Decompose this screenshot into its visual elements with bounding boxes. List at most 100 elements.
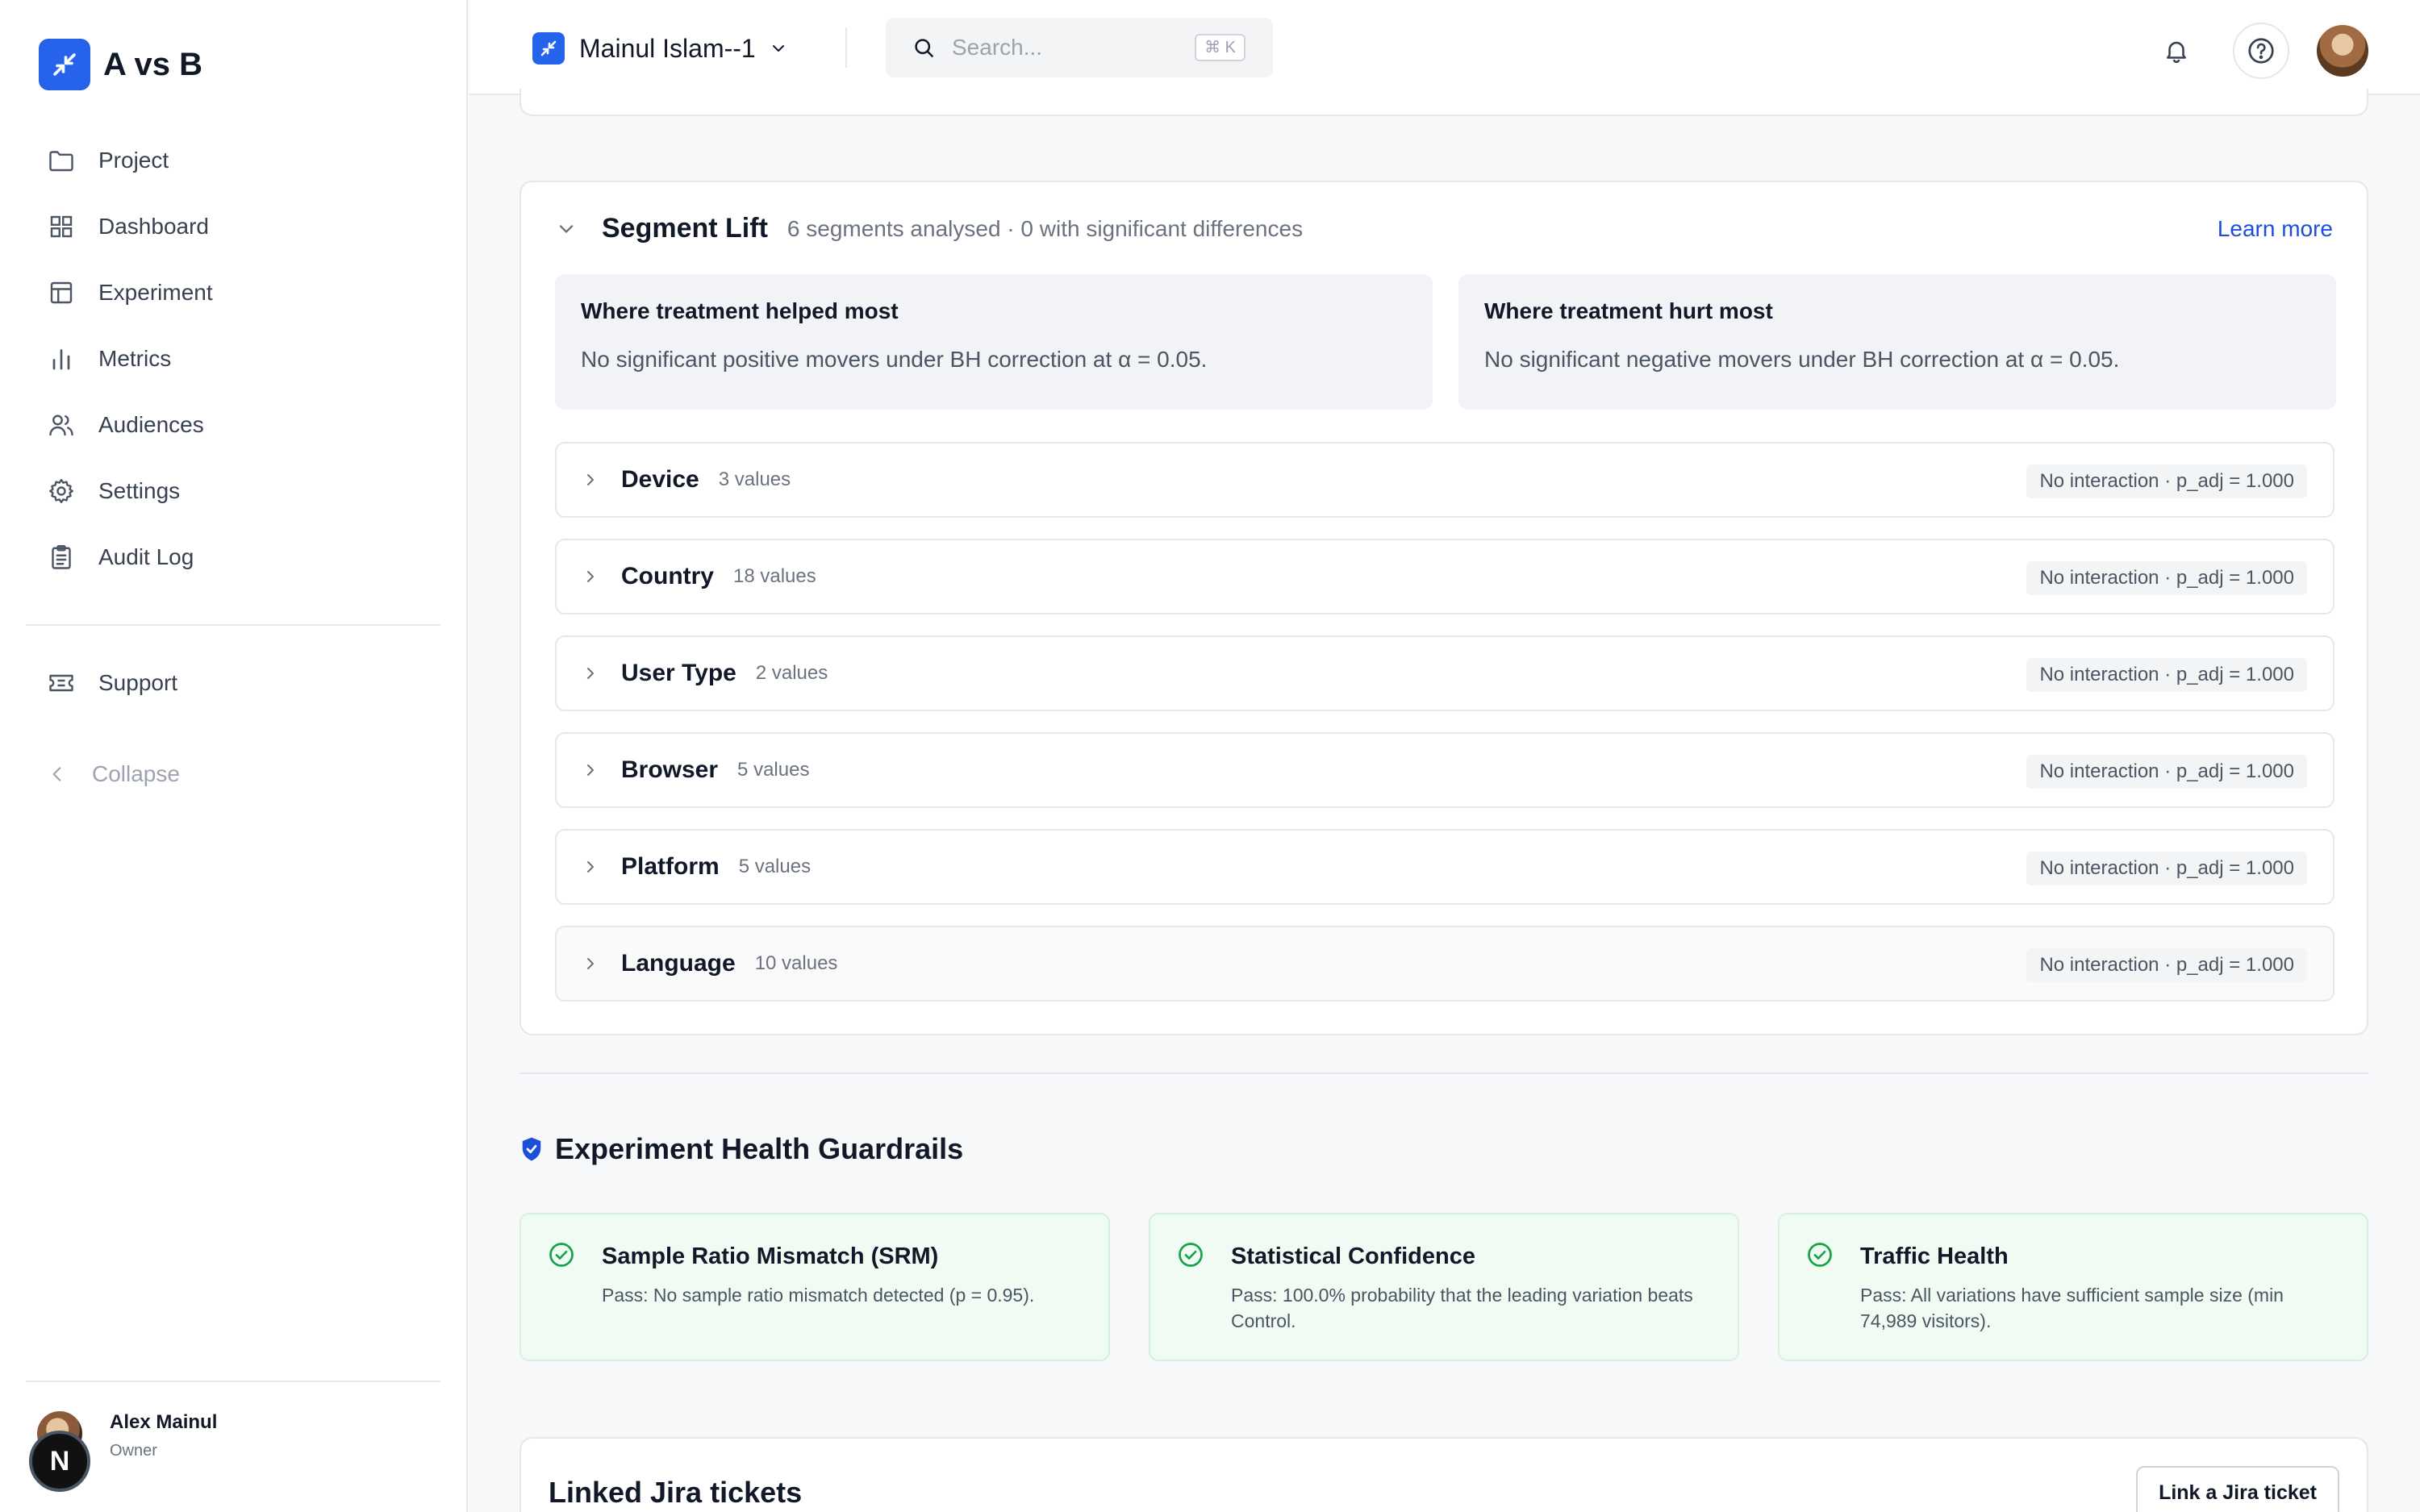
chevron-right-icon — [587, 571, 594, 582]
hurt-most-panel: Where treatment hurt most No significant… — [1458, 274, 2336, 410]
segment-row-language[interactable]: Language 10 values No interaction · p_ad… — [555, 926, 2334, 1002]
sidebar-item-label: Metrics — [98, 346, 172, 371]
users-icon — [49, 414, 73, 436]
project-switcher[interactable]: Mainul Islam--1 — [532, 32, 788, 65]
previous-card — [519, 89, 2368, 116]
user-profile[interactable]: N Alex Mainul Owner — [29, 1411, 217, 1492]
collapse-button[interactable]: Collapse — [47, 761, 180, 787]
search-box[interactable]: ⌘ K — [886, 18, 1273, 77]
clipboard-icon — [52, 544, 71, 569]
sidebar-item-settings[interactable]: Settings — [26, 458, 440, 524]
notifications-button[interactable] — [2151, 25, 2202, 77]
sidebar-item-label: Experiment — [98, 280, 213, 305]
bell-icon — [2167, 41, 2186, 64]
help-button[interactable] — [2233, 23, 2289, 79]
brand-logo-icon — [39, 39, 90, 90]
sidebar-item-support[interactable]: Support — [26, 650, 440, 716]
chevron-down-icon — [559, 224, 574, 233]
grid-icon — [50, 215, 73, 238]
segment-lift-card: Segment Lift 6 segments analysed · 0 wit… — [519, 181, 2368, 1035]
search-input[interactable] — [952, 35, 1194, 60]
segment-lift-title: Segment Lift — [602, 213, 768, 244]
user-role: Owner — [110, 1442, 157, 1460]
guardrail-title: Sample Ratio Mismatch (SRM) — [602, 1243, 939, 1269]
sidebar-item-label: Support — [98, 670, 178, 695]
chevron-right-icon — [587, 668, 594, 679]
check-circle-icon — [549, 1243, 574, 1267]
segment-lift-header[interactable]: Segment Lift 6 segments analysed · 0 wit… — [555, 213, 1303, 244]
hurt-most-text: No significant negative movers under BH … — [1484, 347, 2120, 372]
search-shortcut: ⌘ K — [1195, 34, 1245, 61]
bar-chart-icon — [52, 349, 70, 370]
folder-icon — [49, 151, 73, 172]
status-badge: No interaction · p_adj = 1.000 — [2026, 852, 2307, 885]
sidebar-item-label: Audiences — [98, 412, 204, 437]
header-separator — [845, 27, 847, 68]
user-info: Alex Mainul Owner — [110, 1411, 217, 1460]
guardrail-card-confidence: Statistical Confidence Pass: 100.0% prob… — [1149, 1213, 1739, 1361]
sidebar: A vs B Project Dashboard Experiment Metr… — [0, 0, 468, 1512]
sidebar-item-dashboard[interactable]: Dashboard — [26, 194, 440, 260]
brand-name: A vs B — [103, 46, 203, 82]
segment-row-browser[interactable]: Browser 5 values No interaction · p_adj … — [555, 732, 2334, 808]
n-badge: N — [29, 1431, 90, 1492]
check-circle-icon — [1808, 1243, 1832, 1267]
sidebar-item-label: Dashboard — [98, 214, 209, 239]
chevron-right-icon — [587, 764, 594, 776]
section-divider — [519, 1073, 2368, 1074]
chevron-right-icon — [587, 861, 594, 873]
header-actions — [2151, 23, 2368, 79]
sidebar-item-project[interactable]: Project — [26, 127, 440, 194]
chevron-right-icon — [587, 958, 594, 969]
check-circle-icon — [1179, 1243, 1203, 1267]
chevron-down-icon — [772, 45, 784, 52]
sidebar-support-section: Support — [26, 650, 440, 716]
guardrail-text: Pass: No sample ratio mismatch detected … — [602, 1285, 1035, 1306]
sidebar-item-experiment[interactable]: Experiment — [26, 260, 440, 326]
segment-name: User Type — [621, 660, 736, 686]
sidebar-nav: Project Dashboard Experiment Metrics Aud… — [26, 127, 440, 590]
sidebar-item-metrics[interactable]: Metrics — [26, 326, 440, 392]
status-badge: No interaction · p_adj = 1.000 — [2026, 561, 2307, 595]
chevron-left-icon — [52, 767, 61, 781]
segment-row-country[interactable]: Country 18 values No interaction · p_adj… — [555, 539, 2334, 614]
helped-most-title: Where treatment helped most — [581, 298, 899, 323]
ticket-icon — [49, 674, 73, 692]
guardrail-text: Pass: All variations have sufficient sam… — [1860, 1285, 2284, 1331]
jira-card: Linked Jira tickets Link a Jira ticket — [519, 1437, 2368, 1512]
header-avatar[interactable] — [2317, 25, 2368, 77]
project-logo-icon — [532, 32, 565, 65]
status-badge: No interaction · p_adj = 1.000 — [2026, 755, 2307, 789]
segment-name: Language — [621, 950, 736, 977]
segment-name: Platform — [621, 853, 720, 880]
segment-row-device[interactable]: Device 3 values No interaction · p_adj =… — [555, 442, 2334, 518]
segment-row-platform[interactable]: Platform 5 values No interaction · p_adj… — [555, 829, 2334, 905]
guardrail-card-traffic: Traffic Health Pass: All variations have… — [1778, 1213, 2368, 1361]
guardrail-title: Traffic Health — [1860, 1243, 2009, 1269]
status-badge: No interaction · p_adj = 1.000 — [2026, 464, 2307, 498]
segment-name: Browser — [621, 756, 719, 783]
sidebar-item-audit-log[interactable]: Audit Log — [26, 524, 440, 590]
segment-row-user-type[interactable]: User Type 2 values No interaction · p_ad… — [555, 635, 2334, 711]
sidebar-item-audiences[interactable]: Audiences — [26, 392, 440, 458]
sidebar-item-label: Audit Log — [98, 544, 194, 569]
learn-more-link[interactable]: Learn more — [2218, 216, 2333, 242]
segment-count: 3 values — [718, 469, 791, 490]
chevron-right-icon — [587, 474, 594, 485]
sidebar-item-label: Project — [98, 148, 169, 173]
guardrail-title: Statistical Confidence — [1231, 1243, 1475, 1269]
hurt-most-title: Where treatment hurt most — [1484, 298, 1773, 323]
link-jira-button[interactable]: Link a Jira ticket — [2136, 1466, 2339, 1512]
project-name: Mainul Islam--1 — [579, 33, 756, 63]
sidebar-item-label: Settings — [98, 478, 181, 503]
gear-icon — [49, 479, 73, 503]
sidebar-divider — [26, 624, 440, 626]
segment-count: 5 values — [738, 856, 812, 877]
help-icon — [2248, 38, 2274, 64]
shield-check-icon — [522, 1137, 541, 1161]
search-icon — [915, 39, 933, 57]
segment-count: 2 values — [755, 662, 828, 684]
brand[interactable]: A vs B — [39, 39, 202, 90]
segment-count: 10 values — [754, 952, 838, 974]
segment-name: Device — [621, 466, 699, 493]
